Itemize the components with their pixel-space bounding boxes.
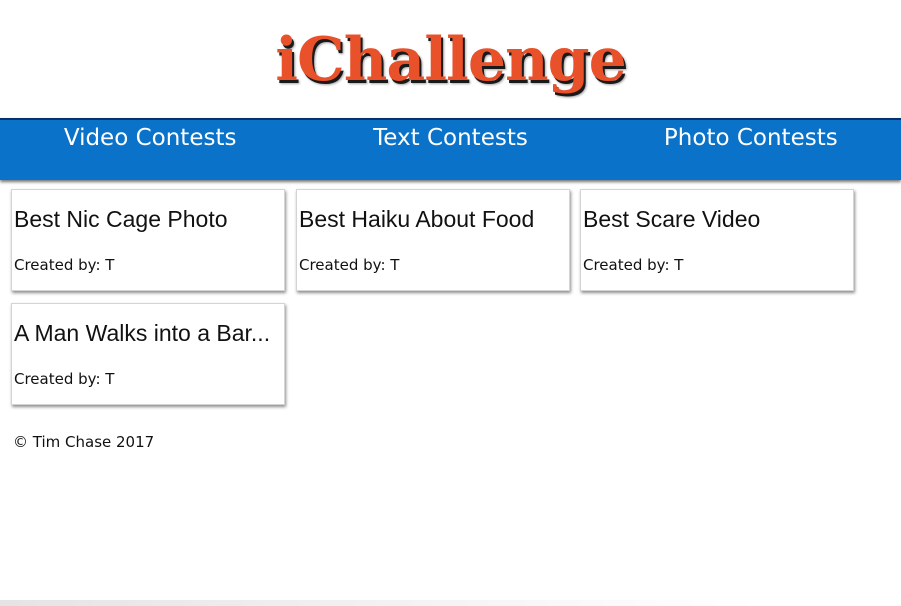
main-nav: Video Contests Text Contests Photo Conte…: [0, 118, 901, 180]
contest-card[interactable]: A Man Walks into a Bar... Created by: T: [11, 303, 285, 405]
site-logo[interactable]: iChallenge: [0, 20, 901, 100]
nav-item-photo-contests[interactable]: Photo Contests: [601, 120, 901, 180]
contest-card[interactable]: Best Haiku About Food Created by: T: [296, 189, 570, 291]
contest-creator: Created by: T: [583, 256, 684, 274]
contest-creator: Created by: T: [14, 256, 115, 274]
bottom-shadow-divider: [0, 600, 760, 606]
header: iChallenge: [0, 0, 901, 118]
contest-title: A Man Walks into a Bar...: [14, 320, 271, 346]
contest-title: Best Haiku About Food: [299, 206, 535, 232]
contest-creator: Created by: T: [299, 256, 400, 274]
nav-item-text-contests[interactable]: Text Contests: [300, 120, 600, 180]
nav-item-video-contests[interactable]: Video Contests: [0, 120, 300, 180]
contest-card[interactable]: Best Nic Cage Photo Created by: T: [11, 189, 285, 291]
contest-title: Best Nic Cage Photo: [14, 206, 228, 232]
footer-copyright: © Tim Chase 2017: [13, 433, 155, 451]
contest-title: Best Scare Video: [583, 206, 761, 232]
contest-card[interactable]: Best Scare Video Created by: T: [580, 189, 854, 291]
contest-creator: Created by: T: [14, 370, 115, 388]
